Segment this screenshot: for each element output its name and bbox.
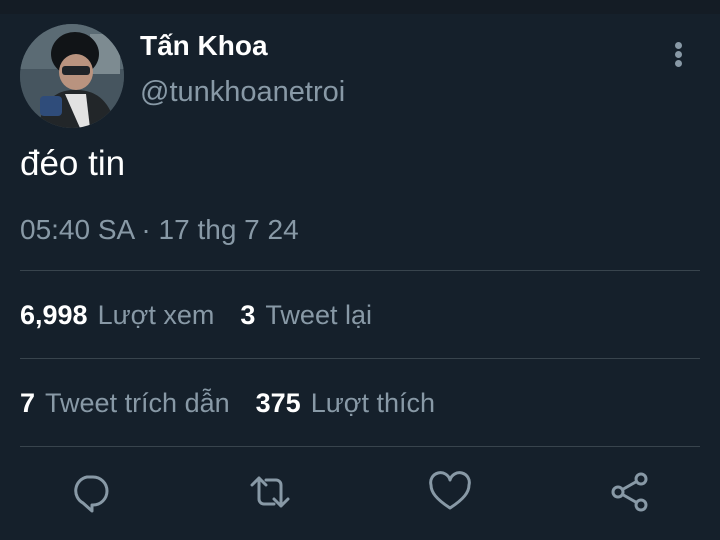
stats-row-2: 7 Tweet trích dẫn 375 Lượt thích <box>20 388 461 419</box>
divider <box>20 446 700 447</box>
reply-button[interactable] <box>66 468 114 516</box>
more-vertical-icon <box>674 42 682 49</box>
like-button[interactable] <box>426 468 474 516</box>
avatar-image <box>20 24 124 128</box>
retweets-label[interactable]: Tweet lại <box>265 300 372 331</box>
stats-row-1: 6,998 Lượt xem 3 Tweet lại <box>20 300 398 331</box>
views-label: Lượt xem <box>97 300 215 330</box>
retweets-count[interactable]: 3 <box>240 300 255 331</box>
more-options-button[interactable] <box>664 40 692 72</box>
quotes-label[interactable]: Tweet trích dẫn <box>45 388 230 419</box>
top-border <box>0 0 720 14</box>
share-button[interactable] <box>606 468 654 516</box>
retweet-icon <box>250 476 290 508</box>
retweet-button[interactable] <box>246 468 294 516</box>
quotes-count[interactable]: 7 <box>20 388 35 419</box>
divider <box>20 358 700 359</box>
author-name[interactable]: Tấn Khoa <box>140 30 268 62</box>
tweet-text: đéo tin <box>20 144 126 183</box>
more-vertical-icon-dot <box>674 51 682 58</box>
tweet-timestamp[interactable]: 05:40 SA · 17 thg 7 24 <box>20 214 299 246</box>
reply-icon <box>74 475 109 513</box>
divider <box>20 270 700 271</box>
avatar[interactable] <box>20 24 124 128</box>
more-vertical-icon-dot <box>674 60 682 67</box>
author-handle[interactable]: @tunkhoanetroi <box>140 76 345 109</box>
heart-icon <box>429 471 471 510</box>
views-count: 6,998 <box>20 300 88 330</box>
likes-count[interactable]: 375 <box>256 388 301 419</box>
share-icon <box>611 472 648 512</box>
action-bar <box>0 468 720 524</box>
likes-label[interactable]: Lượt thích <box>311 388 435 419</box>
